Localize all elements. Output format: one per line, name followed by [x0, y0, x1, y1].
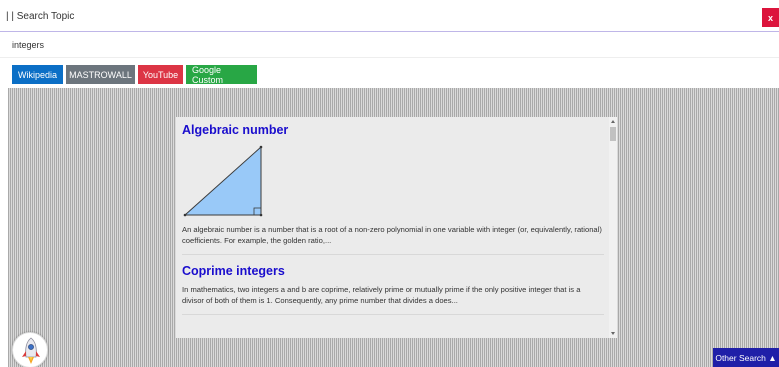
result-snippet: An algebraic number is a number that is …	[182, 225, 602, 245]
google-custom-button[interactable]: Google Custom	[186, 65, 257, 85]
wikipedia-button[interactable]: Wikipedia	[12, 65, 63, 84]
result-item: Algebraic number An algebraic number is …	[182, 123, 604, 255]
result-title-link[interactable]: Algebraic number	[182, 123, 604, 138]
scroll-up-arrow-icon[interactable]	[611, 120, 615, 123]
mastrowall-button[interactable]: MASTROWALL	[66, 65, 135, 84]
panel-scrollbar[interactable]	[609, 117, 617, 338]
scroll-thumb[interactable]	[610, 127, 616, 141]
triangle-diagram-thumbnail[interactable]	[182, 143, 264, 220]
search-row	[0, 32, 779, 58]
app: | | Search Topic x Wikipedia MASTROWALL …	[0, 0, 779, 367]
results-list: Algebraic number An algebraic number is …	[182, 123, 604, 324]
close-button[interactable]: x	[762, 8, 779, 27]
engine-toolbar: Wikipedia MASTROWALL YouTube Google Cust…	[12, 65, 257, 85]
rocket-launcher-button[interactable]	[12, 332, 48, 367]
other-search-button[interactable]: Other Search ▲	[713, 348, 779, 367]
results-panel: Algebraic number An algebraic number is …	[176, 117, 617, 338]
youtube-button[interactable]: YouTube	[138, 65, 183, 84]
result-title-link[interactable]: Coprime integers	[182, 264, 604, 279]
header-bar: | | Search Topic x	[0, 0, 779, 32]
result-item: Coprime integers In mathematics, two int…	[182, 264, 604, 315]
result-snippet: In mathematics, two integers a and b are…	[182, 285, 581, 305]
rocket-icon	[22, 337, 40, 364]
search-input[interactable]	[12, 36, 712, 54]
scroll-down-arrow-icon[interactable]	[611, 332, 615, 335]
page-title: | | Search Topic	[6, 11, 75, 22]
